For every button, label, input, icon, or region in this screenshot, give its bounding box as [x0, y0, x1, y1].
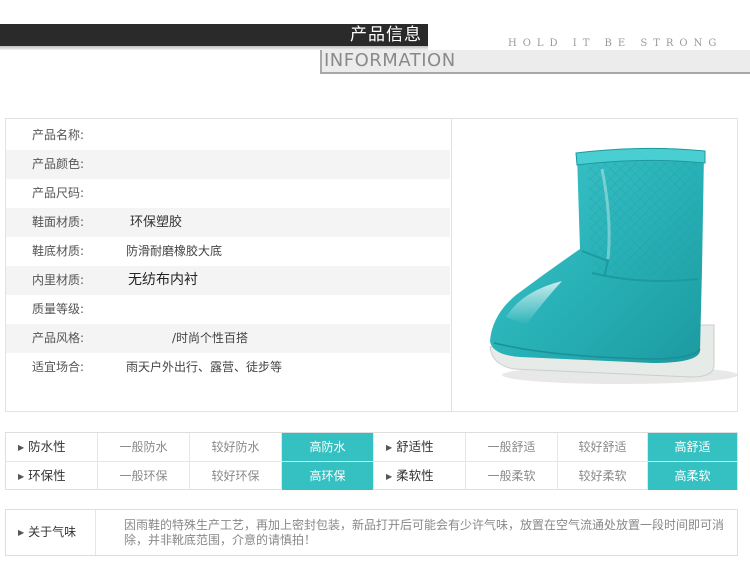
rating-level: 较好柔软 — [558, 462, 648, 490]
smell-note: ▶ 关于气味 因雨鞋的特殊生产工艺，再加上密封包装，新品打开后可能会有少许气味，放… — [5, 509, 738, 556]
spec-panel: 产品名称: 产品颜色: 产品尺码: 鞋面材质: 环保塑胶 鞋底材质: 防滑耐磨橡… — [5, 118, 738, 412]
spec-value: /时尚个性百搭 — [172, 331, 249, 345]
rating-level: 较好舒适 — [558, 433, 648, 461]
spec-label: 质量等级: — [32, 302, 85, 316]
spec-label: 内里材质: — [32, 273, 85, 287]
rain-boot-illustration — [489, 147, 738, 384]
rating-title: ▶ 舒适性 — [374, 433, 466, 461]
rating-title: ▶ 柔软性 — [374, 462, 466, 490]
triangle-right-icon: ▶ — [18, 528, 25, 537]
spec-row-grade: 质量等级: — [6, 295, 450, 324]
rating-level: 一般舒适 — [466, 433, 558, 461]
spec-label: 产品颜色: — [32, 157, 85, 171]
spec-label: 鞋面材质: — [32, 215, 85, 229]
triangle-right-icon: ▶ — [386, 443, 393, 452]
rating-level-selected: 高柔软 — [648, 462, 737, 490]
rating-level-selected: 高环保 — [282, 462, 374, 490]
rating-level-selected: 高舒适 — [648, 433, 737, 461]
rating-level: 较好防水 — [190, 433, 282, 461]
spec-label: 鞋底材质: — [32, 244, 85, 258]
note-text: 因雨鞋的特殊生产工艺，再加上密封包装，新品打开后可能会有少许气味，放置在空气流通… — [124, 518, 725, 547]
spec-label: 产品风格: — [32, 331, 85, 345]
subtitle-box-edge — [320, 50, 322, 74]
spec-row-style: 产品风格: /时尚个性百搭 — [6, 324, 450, 353]
note-title: ▶ 关于气味 — [6, 510, 96, 555]
spec-row-lining: 内里材质: 无纺布内衬 — [6, 266, 450, 295]
spec-value: 防滑耐磨橡胶大底 — [126, 244, 223, 258]
feature-rating-table: ▶ 防水性 一般防水 较好防水 高防水 ▶ 舒适性 一般舒适 较好舒适 高舒适 ▶ 环… — [5, 432, 738, 490]
spec-list: 产品名称: 产品颜色: 产品尺码: 鞋面材质: 环保塑胶 鞋底材质: 防滑耐磨橡… — [6, 119, 450, 411]
spec-row-sole: 鞋底材质: 防滑耐磨橡胶大底 — [6, 237, 450, 266]
rating-level: 较好环保 — [190, 462, 282, 490]
rating-level: 一般柔软 — [466, 462, 558, 490]
subtitle-underline — [320, 72, 750, 74]
section-title: 产品信息 — [350, 25, 422, 45]
rating-level-selected: 高防水 — [282, 433, 374, 461]
spec-value: 无纺布内衬 — [128, 272, 198, 288]
rating-level: 一般环保 — [98, 462, 190, 490]
triangle-right-icon: ▶ — [18, 443, 25, 452]
product-image — [452, 119, 738, 411]
spec-value: 雨天户外出行、露营、徒步等 — [126, 360, 283, 374]
spec-row-color: 产品颜色: — [6, 150, 450, 179]
spec-row-size: 产品尺码: — [6, 179, 450, 208]
rating-title: ▶ 防水性 — [6, 433, 98, 461]
rating-title: ▶ 环保性 — [6, 462, 98, 490]
spec-row-occasion: 适宜场合: 雨天户外出行、露营、徒步等 — [6, 353, 450, 382]
rating-row: ▶ 防水性 一般防水 较好防水 高防水 ▶ 舒适性 一般舒适 较好舒适 高舒适 — [6, 433, 737, 461]
rating-row: ▶ 环保性 一般环保 较好环保 高环保 ▶ 柔软性 一般柔软 较好柔软 高柔软 — [6, 461, 737, 490]
rating-level: 一般防水 — [98, 433, 190, 461]
spec-label: 适宜场合: — [32, 360, 85, 374]
section-subtitle: INFORMATION — [324, 50, 456, 71]
spec-label: 产品名称: — [32, 128, 85, 142]
header-slogan: HOLD IT BE STRONG — [508, 38, 723, 49]
spec-row-upper: 鞋面材质: 环保塑胶 — [6, 208, 450, 237]
spec-row-name: 产品名称: — [6, 121, 450, 150]
spec-label: 产品尺码: — [32, 186, 85, 200]
spec-value: 环保塑胶 — [130, 215, 183, 230]
triangle-right-icon: ▶ — [386, 472, 393, 481]
triangle-right-icon: ▶ — [18, 472, 25, 481]
